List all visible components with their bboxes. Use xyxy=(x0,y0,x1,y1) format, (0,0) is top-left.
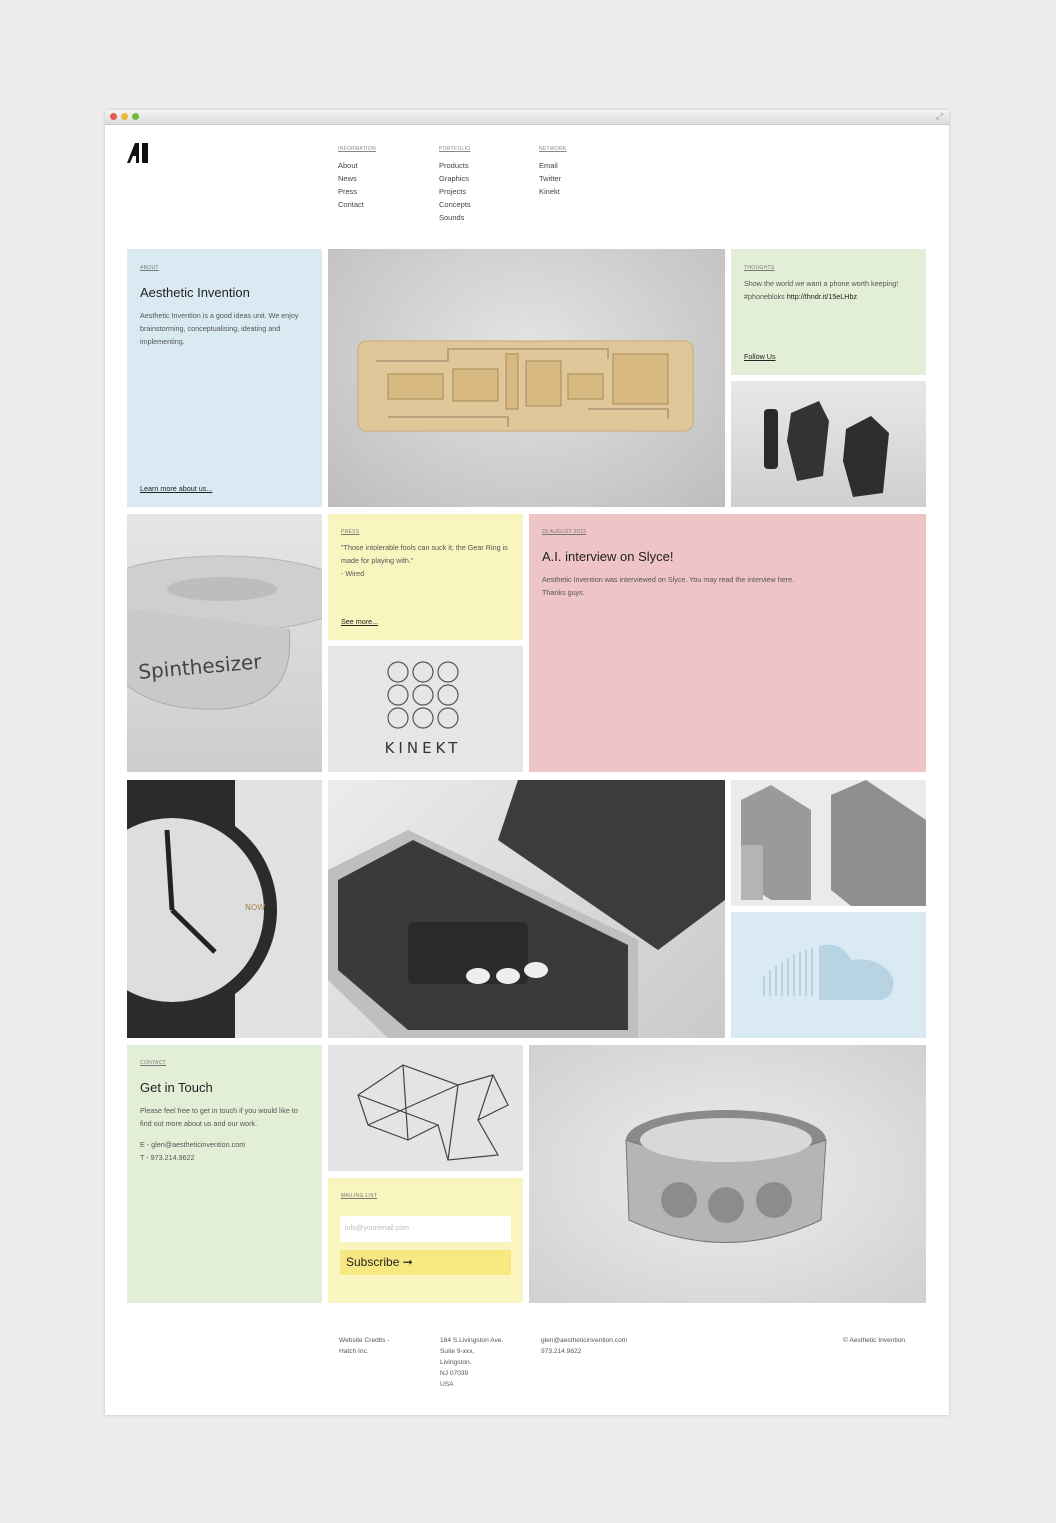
learn-more-link[interactable]: Learn more about us... xyxy=(140,484,212,493)
footer-contact: glen@aestheticinvention.com 973.214.9622 xyxy=(541,1335,627,1357)
news-text: Aesthetic Invention was interviewed on S… xyxy=(542,575,795,584)
nav-sounds[interactable]: Sounds xyxy=(439,211,471,224)
about-title: Aesthetic Invention xyxy=(140,285,250,300)
subscribe-button[interactable]: Subscribe ➞ xyxy=(340,1250,511,1275)
press-tile: PRESS "Those intolerable fools can suck … xyxy=(328,514,523,640)
ai-logo[interactable] xyxy=(127,143,151,163)
watch-image[interactable]: NOW xyxy=(127,780,322,1038)
wood-board-illustration xyxy=(357,340,694,432)
contact-tile: CONTACT Get in Touch Please feel free to… xyxy=(127,1045,322,1303)
mailing-tile: MAILING LIST info@youremail.com Subscrib… xyxy=(328,1178,523,1303)
title-bar: ⤢ xyxy=(105,110,949,125)
footer-email[interactable]: glen@aestheticinvention.com xyxy=(541,1335,627,1346)
contact-phone: T - 973.214.9622 xyxy=(140,1153,195,1162)
contact-text: Please feel free to get in touch if you … xyxy=(140,1106,298,1128)
shapes-image[interactable] xyxy=(731,780,926,906)
spinthesizer-illustration: Spinthesizer xyxy=(127,555,322,710)
contact-email[interactable]: E - glen@aestheticinvention.com xyxy=(140,1138,309,1151)
footer-credits: Website Credits - Hatch Inc. xyxy=(339,1335,389,1357)
nav-heading: INFORMATION xyxy=(338,146,376,152)
watch-illustration: NOW xyxy=(127,780,277,1038)
tweet-text: Show the world we want a phone worth kee… xyxy=(744,277,913,303)
address-line: Suite 9-xxx, xyxy=(440,1348,475,1355)
news-date: 28 AUGUST 2013 xyxy=(542,529,587,535)
email-input[interactable]: info@youremail.com xyxy=(340,1216,511,1242)
nav-concepts[interactable]: Concepts xyxy=(439,198,471,211)
press-quote: "Those intolerable fools can suck it; th… xyxy=(341,543,508,565)
wireframe-image[interactable] xyxy=(328,1045,523,1171)
press-source: - Wired xyxy=(341,569,365,578)
thoughts-label: THOUGHTS xyxy=(744,265,775,271)
nav-news[interactable]: News xyxy=(338,172,376,185)
soundcloud-icon xyxy=(763,944,894,1000)
news-tile: 28 AUGUST 2013 A.I. interview on Slyce! … xyxy=(529,514,926,772)
about-text: Aesthetic Invention is a good ideas unit… xyxy=(140,311,299,346)
press-label: PRESS xyxy=(341,529,360,535)
thoughts-tile: THOUGHTS Show the world we want a phone … xyxy=(731,249,926,375)
nav-information: INFORMATION About News Press Contact xyxy=(338,146,376,211)
nav-heading: PORTFOLIO xyxy=(439,146,471,152)
device-case-illustration xyxy=(328,780,725,1038)
nav-graphics[interactable]: Graphics xyxy=(439,172,471,185)
browser-window: ⤢ INFORMATION About News Press Contact P… xyxy=(105,110,949,1415)
nav-twitter[interactable]: Twitter xyxy=(539,172,567,185)
nav-heading: NETWORK xyxy=(539,146,567,152)
news-title[interactable]: A.I. interview on Slyce! xyxy=(542,549,913,564)
footer-phone: 973.214.9622 xyxy=(541,1348,582,1355)
spinthesizer-image[interactable]: Spinthesizer xyxy=(127,514,322,772)
nav-contact[interactable]: Contact xyxy=(338,198,376,211)
nav-press[interactable]: Press xyxy=(338,185,376,198)
contact-title: Get in Touch xyxy=(140,1080,213,1095)
nav-email[interactable]: Email xyxy=(539,159,567,172)
minimize-window-button[interactable] xyxy=(121,113,128,120)
contact-label: CONTACT xyxy=(140,1060,166,1066)
address-line: 184 S.Livingston Ave. xyxy=(440,1337,504,1344)
see-more-link[interactable]: See more... xyxy=(341,617,378,626)
kinekt-logo-icon: KINEKT xyxy=(385,661,462,757)
address-line: Livingston, xyxy=(440,1359,472,1366)
kinekt-tile[interactable]: KINEKT xyxy=(328,646,523,772)
credits-line: Website Credits - xyxy=(339,1337,390,1344)
nav-products[interactable]: Products xyxy=(439,159,471,172)
news-text-2: Thanks guys. xyxy=(542,588,585,597)
nav-projects[interactable]: Projects xyxy=(439,185,471,198)
address-line: NJ 07039 xyxy=(440,1370,469,1377)
credits-link[interactable]: Hatch Inc. xyxy=(339,1346,389,1357)
fullscreen-icon[interactable]: ⤢ xyxy=(936,112,945,121)
nav-network: NETWORK Email Twitter Kinekt xyxy=(539,146,567,198)
zoom-window-button[interactable] xyxy=(132,113,139,120)
watch-word: NOW xyxy=(245,903,265,912)
close-window-button[interactable] xyxy=(110,113,117,120)
about-label: ABOUT xyxy=(140,265,159,271)
device-case-image[interactable] xyxy=(328,780,725,1038)
vases-illustration xyxy=(764,401,889,497)
gear-ring-image[interactable] xyxy=(529,1045,926,1303)
about-tile: ABOUT Aesthetic Invention Aesthetic Inve… xyxy=(127,249,322,507)
tweet-url-link[interactable]: http://thndr.it/15eLHbz xyxy=(787,292,857,301)
wooden-board-image[interactable] xyxy=(328,249,725,507)
mailing-label: MAILING LIST xyxy=(341,1193,378,1199)
soundcloud-tile[interactable] xyxy=(731,912,926,1038)
vases-image[interactable] xyxy=(731,381,926,507)
footer-address: 184 S.Livingston Ave. Suite 9-xxx, Livin… xyxy=(440,1335,503,1390)
footer-copyright: © Aesthetic Invention xyxy=(843,1337,906,1344)
nav-portfolio: PORTFOLIO Products Graphics Projects Con… xyxy=(439,146,471,224)
address-line: USA xyxy=(440,1381,454,1388)
kinekt-word: KINEKT xyxy=(385,739,462,757)
shapes-illustration xyxy=(741,780,926,906)
follow-us-link[interactable]: Follow Us xyxy=(744,352,776,361)
gear-ring-illustration xyxy=(625,1110,827,1243)
nav-about[interactable]: About xyxy=(338,159,376,172)
nav-kinekt[interactable]: Kinekt xyxy=(539,185,567,198)
wireframe-illustration xyxy=(357,1064,509,1161)
